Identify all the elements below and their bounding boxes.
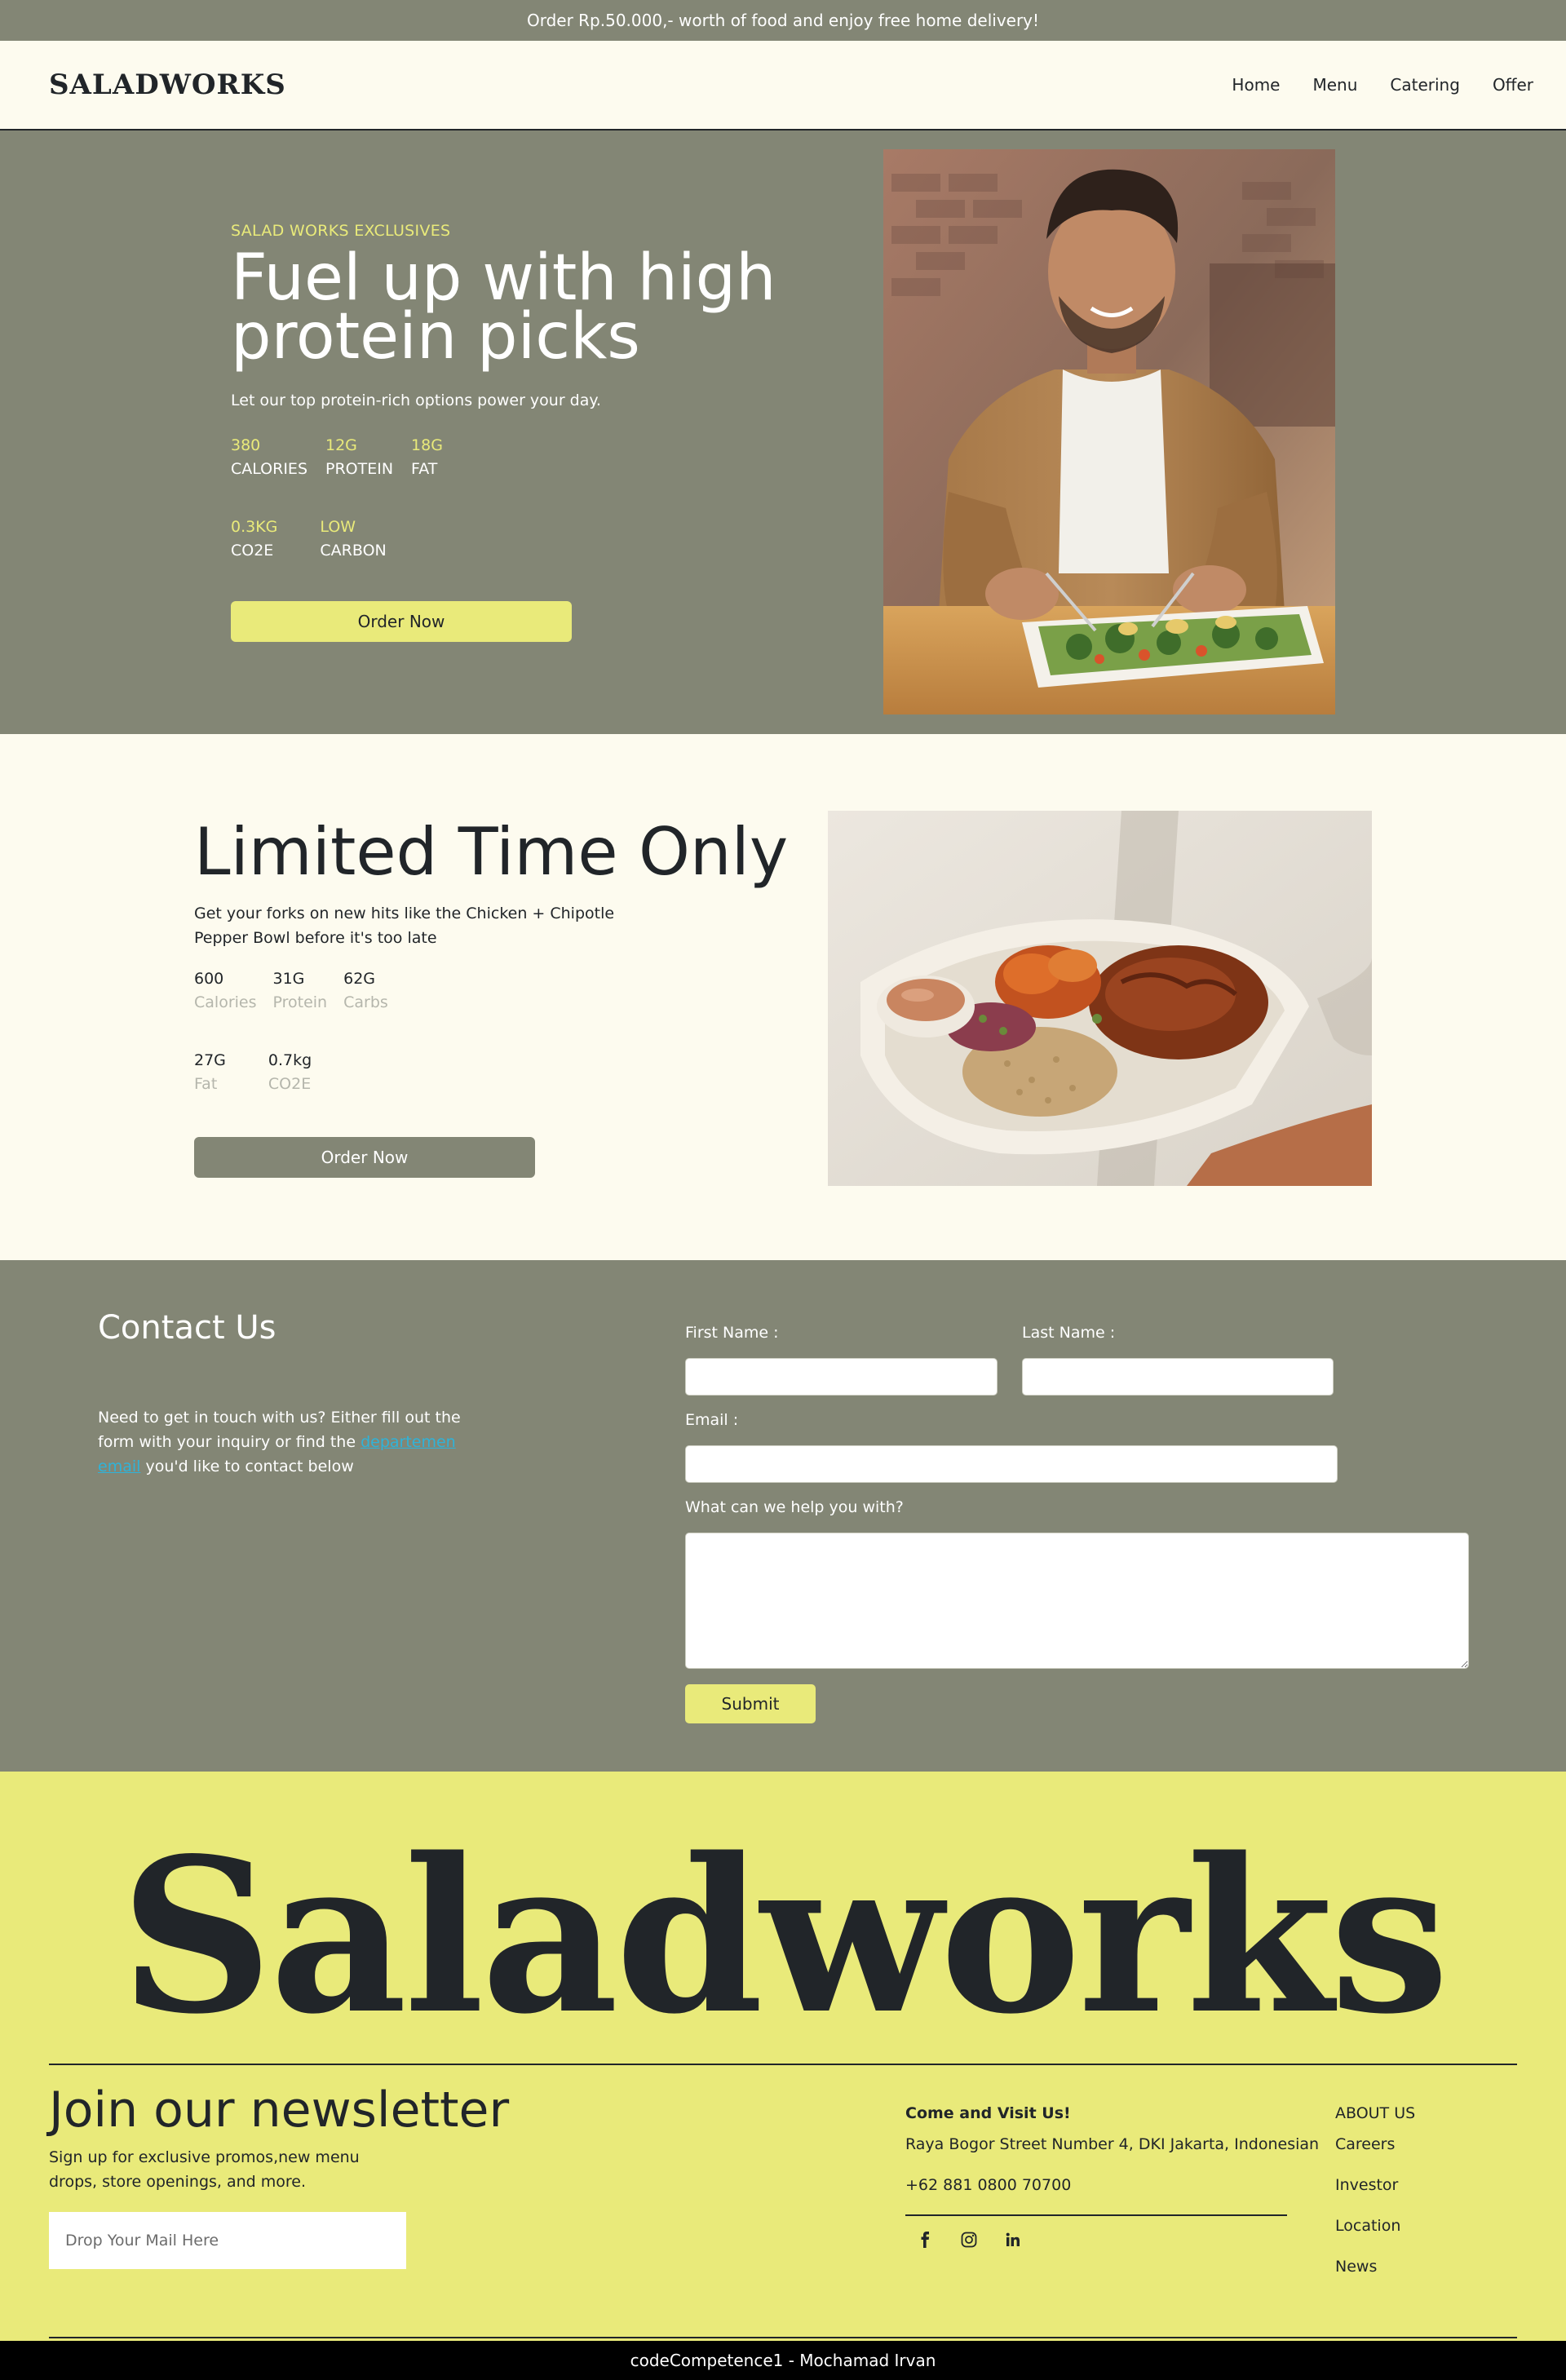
stat-label: CARBON — [320, 542, 387, 560]
last-name-field[interactable] — [1022, 1358, 1334, 1396]
newsletter-email-input[interactable] — [49, 2212, 406, 2269]
stat-value: 27G — [194, 1051, 226, 1069]
announcement-text: Order Rp.50.000,- worth of food and enjo… — [526, 11, 1040, 30]
stat-value: 600 — [194, 970, 224, 988]
stat-fat: 27G Fat — [194, 1049, 226, 1096]
visit-title: Come and Visit Us! — [905, 2104, 1071, 2122]
visit-phone: +62 881 0800 70700 — [905, 2176, 1072, 2194]
limited-stats-row-1: 600 Calories 31G Protein 62G Carbs — [194, 967, 388, 1015]
instagram-icon[interactable] — [956, 2227, 982, 2253]
email-field[interactable] — [685, 1445, 1338, 1483]
limited-title: Limited Time Only — [194, 814, 789, 890]
about-link-investor[interactable]: Investor — [1335, 2176, 1398, 2194]
nav-link-home[interactable]: Home — [1232, 75, 1280, 95]
about-link-news[interactable]: News — [1335, 2258, 1377, 2276]
contact-text-after: you'd like to contact below — [140, 1458, 354, 1475]
stat-value: 0.3KG — [231, 518, 278, 536]
stat-label: PROTEIN — [325, 460, 394, 478]
footer-divider-bottom — [49, 2337, 1517, 2338]
stat-label: Carbs — [343, 993, 388, 1011]
stat-label: FAT — [411, 460, 438, 478]
first-name-field[interactable] — [685, 1358, 998, 1396]
stat-label: Fat — [194, 1075, 218, 1093]
email-label: Email : — [685, 1411, 739, 1429]
stat-protein: 12G PROTEIN — [325, 434, 393, 481]
limited-order-now-button[interactable]: Order Now — [194, 1137, 535, 1178]
about-link-careers[interactable]: Careers — [1335, 2135, 1395, 2153]
linkedin-icon[interactable] — [1000, 2227, 1026, 2253]
message-label: What can we help you with? — [685, 1498, 904, 1516]
stat-label: CALORIES — [231, 460, 307, 478]
footer-divider-top — [49, 2064, 1517, 2065]
hero-eyebrow: SALAD WORKS EXCLUSIVES — [231, 222, 451, 240]
hero-section: SALAD WORKS EXCLUSIVES Fuel up with high… — [0, 131, 1566, 734]
stat-co2e: 0.3KG CO2E — [231, 515, 277, 563]
hero-photo-man-eating-salad — [883, 149, 1335, 714]
submit-button[interactable]: Submit — [685, 1684, 816, 1723]
nav-link-offer[interactable]: Offer — [1493, 75, 1533, 95]
about-us-title: ABOUT US — [1335, 2104, 1416, 2122]
limited-time-section: Limited Time Only Get your forks on new … — [0, 734, 1566, 1260]
stat-carbs: 62G Carbs — [343, 967, 388, 1015]
social-links — [912, 2227, 1026, 2253]
contact-title: Contact Us — [98, 1309, 276, 1347]
stat-fat: 18G FAT — [411, 434, 443, 481]
nav-link-catering[interactable]: Catering — [1390, 75, 1460, 95]
nav-links: Home Menu Catering Offer — [1232, 75, 1533, 95]
facebook-icon[interactable] — [912, 2227, 938, 2253]
footer: Saladworks Join our newsletter Sign up f… — [0, 1772, 1566, 2341]
stat-value: LOW — [320, 518, 356, 536]
credits-bar: codeCompetence1 - Mochamad Irvan — [0, 2341, 1566, 2380]
first-name-label: First Name : — [685, 1324, 779, 1342]
newsletter-title: Join our newsletter — [49, 2081, 510, 2139]
navbar: SALADWORKS Home Menu Catering Offer — [0, 41, 1566, 131]
hero-subtitle: Let our top protein-rich options power y… — [231, 392, 601, 409]
nav-link-menu[interactable]: Menu — [1312, 75, 1357, 95]
stat-calories: 380 CALORIES — [231, 434, 307, 481]
stat-label: Calories — [194, 993, 257, 1011]
stat-value: 18G — [411, 436, 443, 454]
stat-carbon: LOW CARBON — [320, 515, 386, 563]
stat-calories: 600 Calories — [194, 967, 257, 1015]
limited-stats-row-2: 27G Fat 0.7kg CO2E — [194, 1049, 312, 1096]
limited-photo-chicken-bowl — [828, 811, 1372, 1186]
stat-value: 380 — [231, 436, 261, 454]
message-textarea[interactable] — [685, 1533, 1469, 1669]
hero-stats-row-2: 0.3KG CO2E LOW CARBON — [231, 515, 387, 563]
brand-logo[interactable]: SALADWORKS — [49, 69, 286, 101]
stat-protein: 31G Protein — [273, 967, 328, 1015]
newsletter-subtitle: Sign up for exclusive promos,new menu dr… — [49, 2148, 360, 2191]
stat-label: Protein — [272, 993, 328, 1011]
last-name-label: Last Name : — [1022, 1324, 1116, 1342]
visit-address: Raya Bogor Street Number 4, DKI Jakarta,… — [905, 2135, 1320, 2153]
contact-section: Contact Us Need to get in touch with us?… — [0, 1260, 1566, 1772]
limited-subtitle: Get your forks on new hits like the Chic… — [194, 905, 615, 947]
announcement-bar: Order Rp.50.000,- worth of food and enjo… — [0, 0, 1566, 41]
visit-divider — [905, 2214, 1287, 2216]
stat-value: 0.7kg — [268, 1051, 312, 1069]
stat-label: CO2E — [231, 542, 274, 560]
stat-value: 31G — [272, 970, 305, 988]
footer-big-logo: Saladworks — [119, 1812, 1449, 2061]
stat-co2e: 0.7kg CO2E — [268, 1049, 312, 1096]
stat-value: 12G — [325, 436, 357, 454]
credits-text: codeCompetence1 - Mochamad Irvan — [630, 2351, 936, 2370]
hero-title: Fuel up with high protein picks — [231, 241, 776, 374]
hero-order-now-button[interactable]: Order Now — [231, 601, 572, 642]
stat-label: CO2E — [268, 1075, 312, 1093]
stat-value: 62G — [343, 970, 376, 988]
contact-description: Need to get in touch with us? Either fil… — [98, 1405, 489, 1479]
about-link-location[interactable]: Location — [1335, 2217, 1400, 2235]
hero-stats-row-1: 380 CALORIES 12G PROTEIN 18G FAT — [231, 434, 443, 481]
